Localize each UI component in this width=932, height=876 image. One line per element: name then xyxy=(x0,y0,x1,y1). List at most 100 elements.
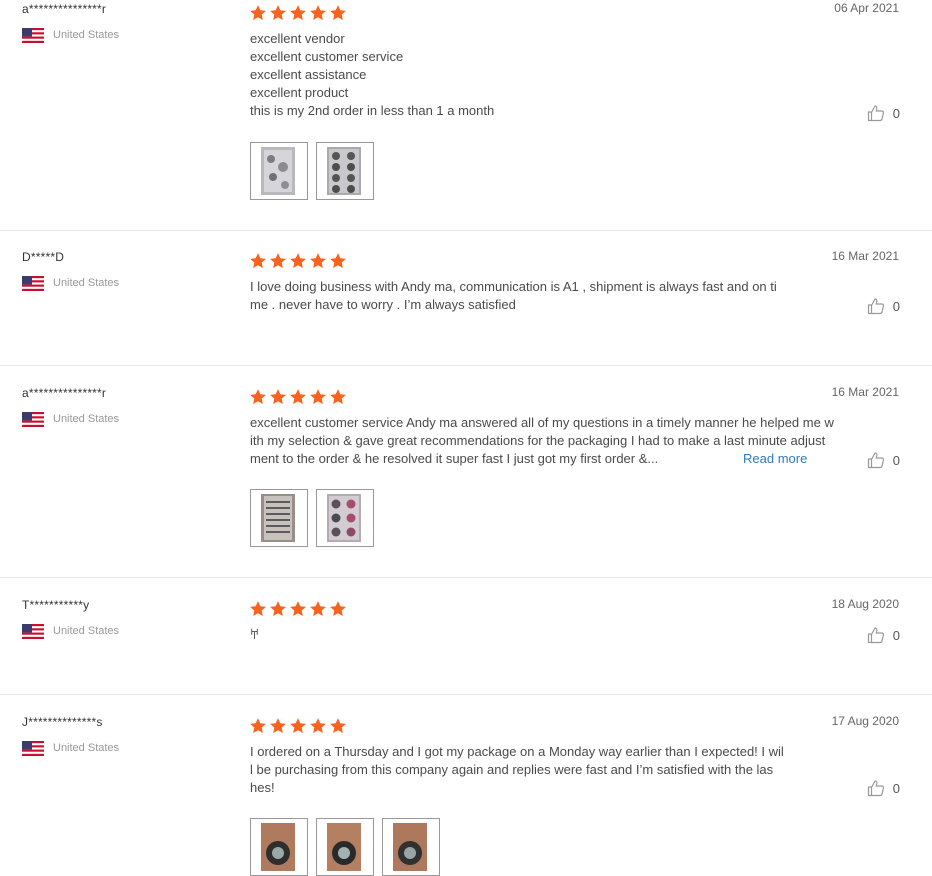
star-icon xyxy=(310,718,326,734)
review-text-line: I love doing business with Andy ma, comm… xyxy=(250,279,777,294)
reviewer-name: D*****D xyxy=(22,250,65,264)
reviewer-name: T***********y xyxy=(22,598,90,612)
review-photo-thumbnail[interactable] xyxy=(250,489,308,547)
review-date: 18 Aug 2020 xyxy=(831,597,899,611)
us-flag-icon xyxy=(22,275,44,291)
country-name: United States xyxy=(53,277,120,289)
lash-photo-image xyxy=(327,147,361,195)
review-photo-thumbnail[interactable] xyxy=(382,818,440,876)
helpful-button[interactable]: 0 xyxy=(867,297,900,315)
reviewer-country: United States xyxy=(22,274,119,292)
helpful-button[interactable]: 0 xyxy=(867,779,900,797)
review-item: a***************r United States 06 Apr 2… xyxy=(0,0,932,231)
star-icon xyxy=(330,601,346,617)
review-text-line: excellent assistance xyxy=(250,67,367,82)
review-date: 16 Mar 2021 xyxy=(831,385,899,399)
review-text-line: excellent customer service Andy ma answe… xyxy=(250,415,834,430)
star-icon xyxy=(250,718,266,734)
star-icon xyxy=(310,5,326,21)
review-text-line: this is my 2nd order in less than 1 a mo… xyxy=(250,103,495,118)
review-text: excellent vendor excellent customer serv… xyxy=(250,30,870,120)
review-item: J**************s United States 17 Aug 20… xyxy=(0,713,932,876)
star-rating xyxy=(249,600,347,618)
review-item: T***********y United States 18 Aug 2020 … xyxy=(0,596,932,695)
star-icon xyxy=(250,5,266,21)
star-icon xyxy=(270,389,286,405)
reviewer-name: J**************s xyxy=(22,715,103,729)
reviewer-name: a***************r xyxy=(22,2,107,16)
star-rating xyxy=(249,4,347,22)
reviewer-country: United States xyxy=(22,739,119,757)
review-date: 16 Mar 2021 xyxy=(831,249,899,263)
helpful-button[interactable]: 0 xyxy=(867,104,900,122)
star-icon xyxy=(330,718,346,734)
star-icon xyxy=(310,253,326,269)
star-icon xyxy=(290,601,306,617)
review-photo-thumbnail[interactable] xyxy=(316,142,374,200)
review-text: I love doing business with Andy ma, comm… xyxy=(250,278,870,314)
country-name: United States xyxy=(53,742,120,754)
star-icon xyxy=(270,601,286,617)
star-icon xyxy=(250,253,266,269)
review-text: I ordered on a Thursday and I got my pac… xyxy=(250,743,870,797)
review-photo-thumbnail[interactable] xyxy=(316,818,374,876)
star-icon xyxy=(270,5,286,21)
reviewer-country: United States xyxy=(22,26,119,44)
review-text-line: I ordered on a Thursday and I got my pac… xyxy=(250,744,784,759)
thumbs-up-icon xyxy=(867,298,884,315)
reviewer-name: a***************r xyxy=(22,386,107,400)
star-icon xyxy=(290,5,306,21)
helpful-button[interactable]: 0 xyxy=(867,451,900,469)
read-more-link[interactable]: Read more xyxy=(743,451,807,466)
lash-photo-image xyxy=(261,147,295,195)
review-text: 𐀀 xyxy=(250,626,870,644)
review-item: a***************r United States 16 Mar 2… xyxy=(0,384,932,578)
review-text-line: hes! xyxy=(250,780,275,795)
thumbs-up-icon xyxy=(867,452,884,469)
us-flag-icon xyxy=(22,411,44,427)
review-photos xyxy=(250,142,374,200)
star-icon xyxy=(290,253,306,269)
review-photo-thumbnail[interactable] xyxy=(316,489,374,547)
review-photo-thumbnail[interactable] xyxy=(250,142,308,200)
star-icon xyxy=(330,253,346,269)
us-flag-icon xyxy=(22,27,44,43)
like-count: 0 xyxy=(892,627,900,643)
reviewer-country: United States xyxy=(22,622,119,640)
review-date: 06 Apr 2021 xyxy=(834,1,899,15)
review-date: 17 Aug 2020 xyxy=(831,714,899,728)
thumbs-up-icon xyxy=(867,105,884,122)
star-icon xyxy=(330,5,346,21)
us-flag-icon xyxy=(22,623,44,639)
review-text-line: me . never have to worry . I’m always sa… xyxy=(250,297,516,312)
review-text-line: 𐀀 xyxy=(250,627,260,642)
like-count: 0 xyxy=(892,298,900,314)
lash-photo-image xyxy=(261,494,295,542)
star-icon xyxy=(250,389,266,405)
like-count: 0 xyxy=(892,780,900,796)
review-photo-thumbnail[interactable] xyxy=(250,818,308,876)
country-name: United States xyxy=(53,29,120,41)
star-icon xyxy=(270,253,286,269)
star-icon xyxy=(250,601,266,617)
review-text-line: excellent vendor xyxy=(250,31,345,46)
us-flag-icon xyxy=(22,740,44,756)
review-item: D*****D United States 16 Mar 2021 I love… xyxy=(0,248,932,366)
reviewer-country: United States xyxy=(22,410,119,428)
review-photos xyxy=(250,818,440,876)
star-rating xyxy=(249,252,347,270)
star-icon xyxy=(290,389,306,405)
star-rating xyxy=(249,717,347,735)
country-name: United States xyxy=(53,413,120,425)
star-rating xyxy=(249,388,347,406)
thumbs-up-icon xyxy=(867,780,884,797)
country-name: United States xyxy=(53,625,120,637)
star-icon xyxy=(270,718,286,734)
review-text-line: ith my selection & gave great recommenda… xyxy=(250,433,826,448)
thumbs-up-icon xyxy=(867,627,884,644)
star-icon xyxy=(330,389,346,405)
like-count: 0 xyxy=(892,105,900,121)
star-icon xyxy=(310,601,326,617)
helpful-button[interactable]: 0 xyxy=(867,626,900,644)
star-icon xyxy=(310,389,326,405)
